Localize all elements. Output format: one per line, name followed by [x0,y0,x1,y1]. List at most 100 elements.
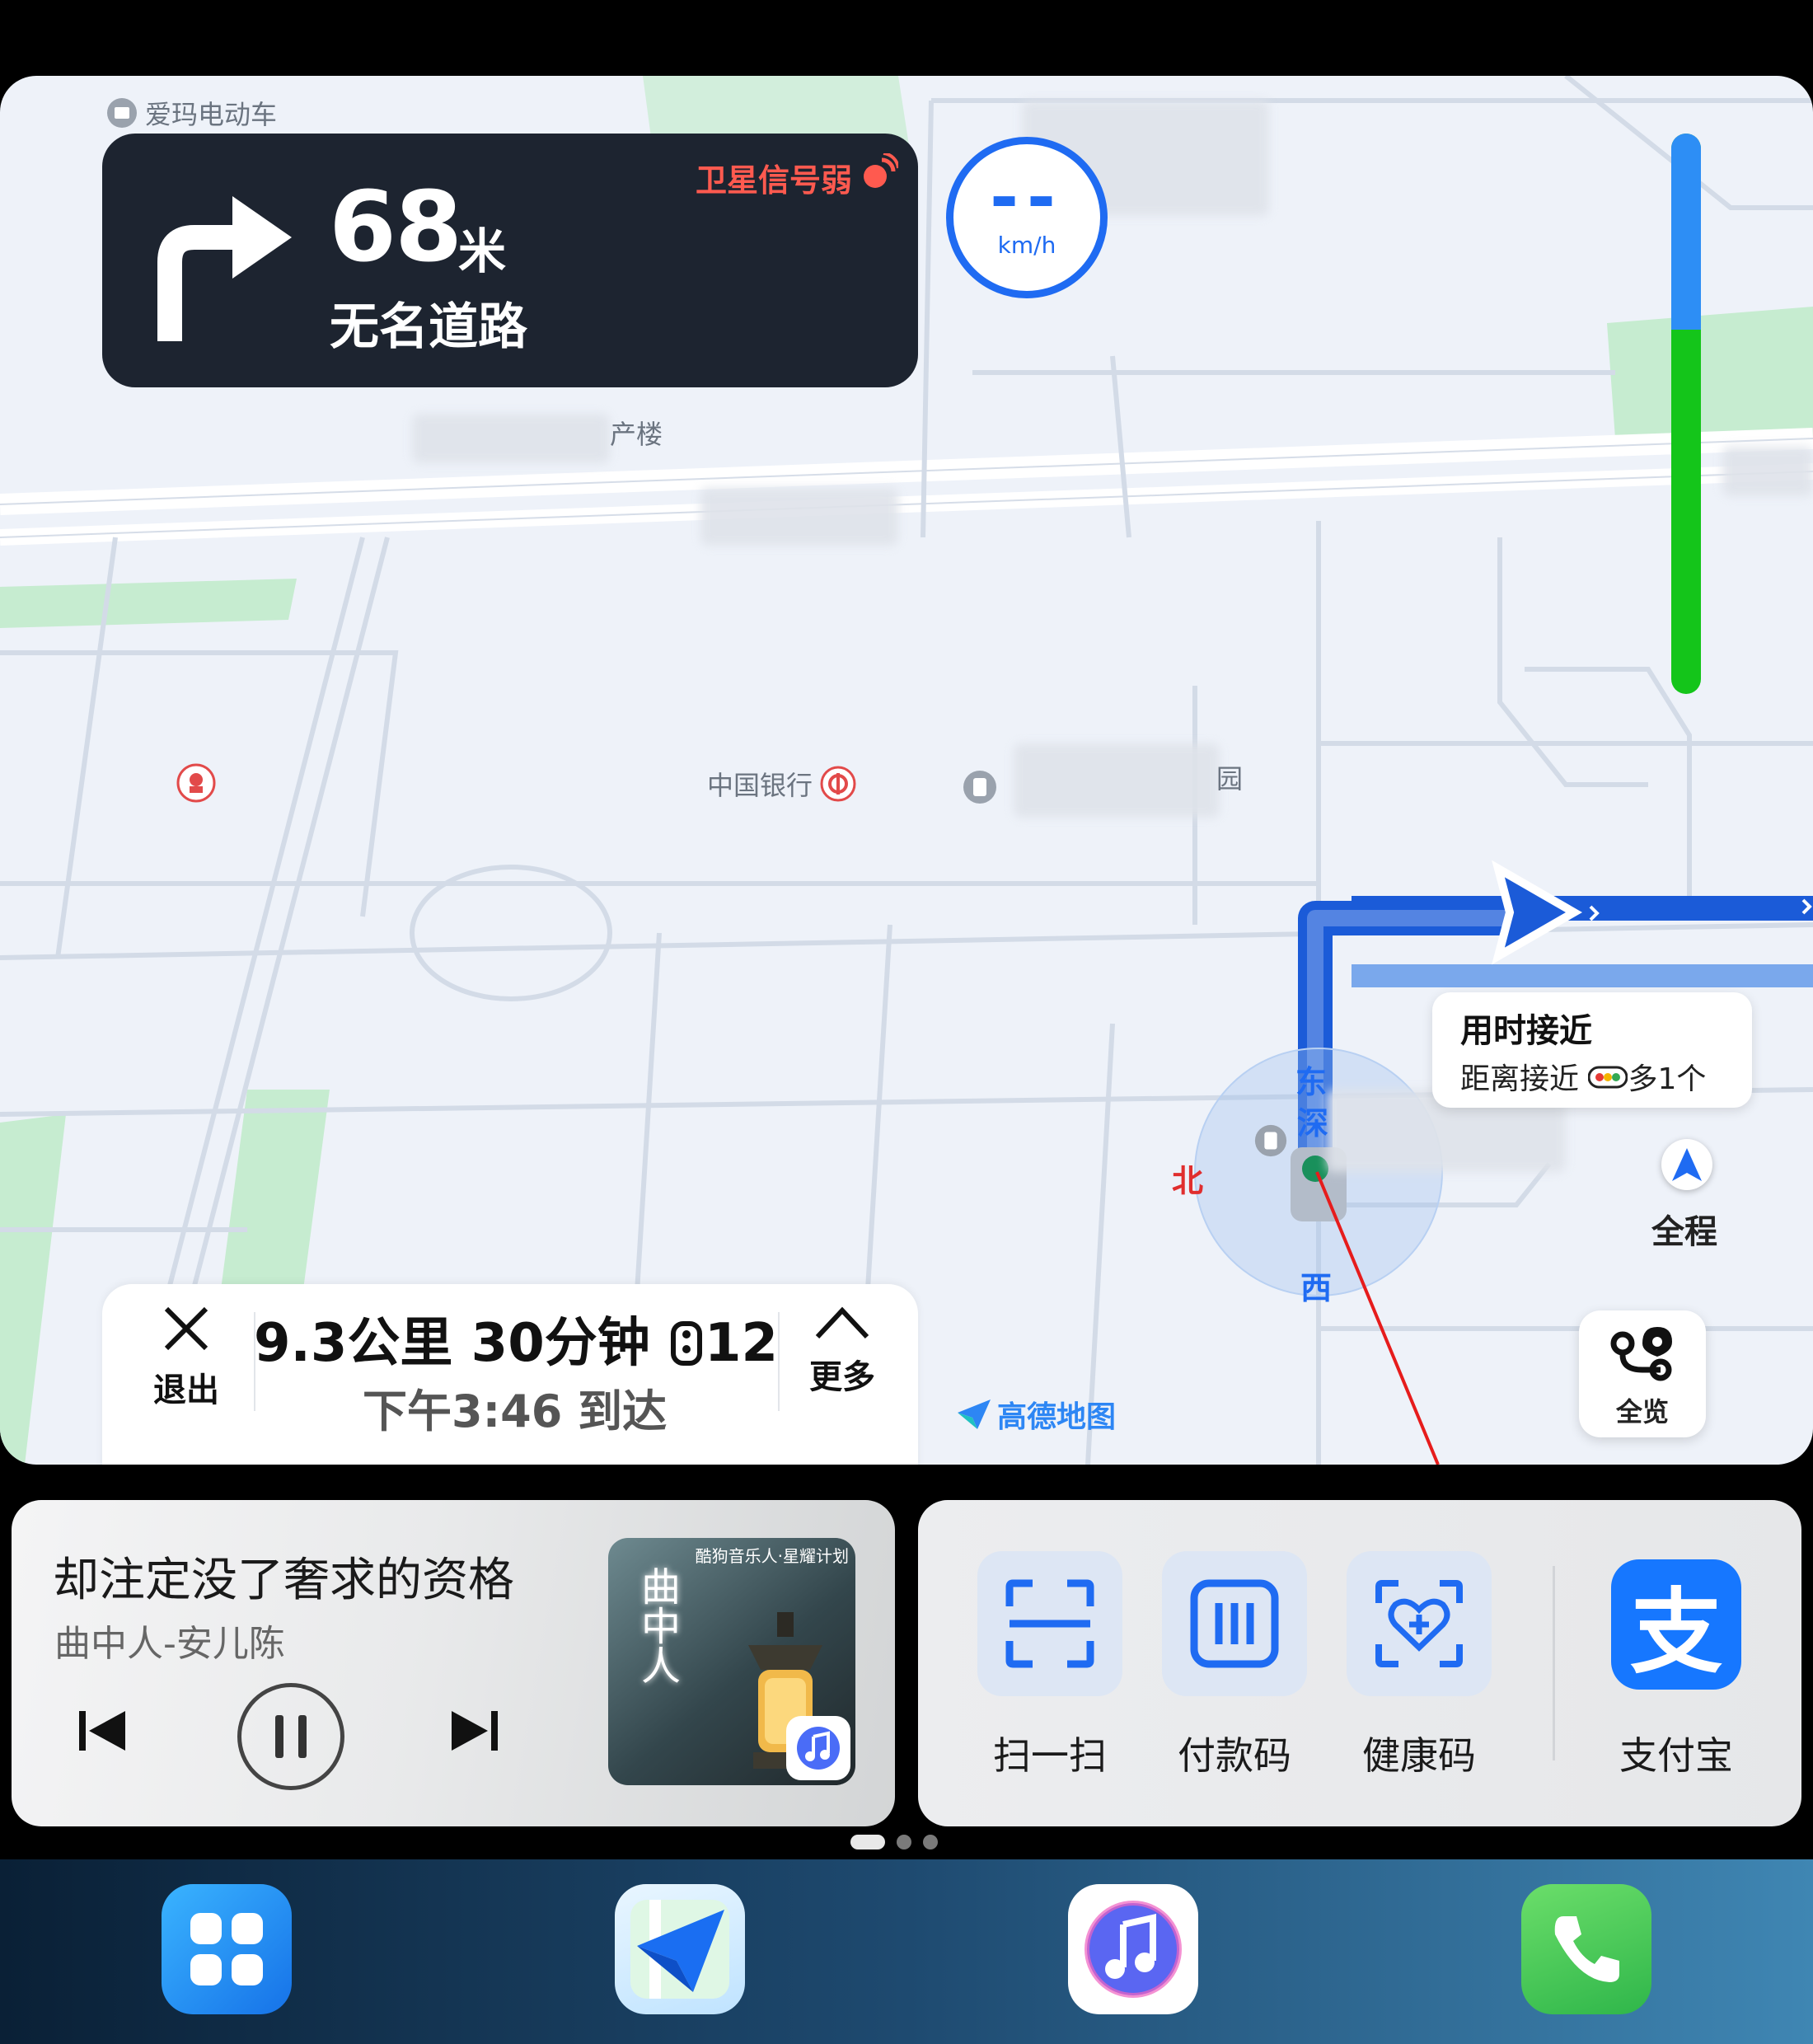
overview-label: 全览 [1615,1396,1669,1428]
close-icon [164,1306,208,1351]
route-progress-remaining [1671,134,1701,330]
album-art[interactable]: 酷狗音乐人·星耀计划 曲中人 [608,1538,855,1785]
gps-weak-warning: 卫星信号弱 [695,162,852,199]
blurred-label [700,488,898,546]
blurred-label [1014,743,1220,818]
more-label: 更多 [809,1358,875,1396]
divider [1553,1566,1555,1760]
compass-west: 西 [1300,1270,1333,1306]
full-route-label: 全程 [1651,1213,1717,1251]
next-track-icon[interactable] [448,1708,501,1754]
compass-south: 深 [1297,1105,1329,1142]
page-dot-2[interactable] [897,1835,911,1849]
pay-code-label: 付款码 [1178,1733,1291,1778]
traffic-light-count: 12 [705,1313,779,1374]
traffic-light-count-icon [671,1321,702,1366]
page-indicator[interactable] [850,1835,938,1849]
poi-bank-of-china[interactable]: 中国银行 [707,765,857,803]
distance-to-turn: 68 [329,170,462,284]
chevron-up-icon [815,1306,869,1339]
traffic-light-icon [1587,1066,1628,1089]
trip-summary-bar[interactable]: 退出 9.3公里 30分钟 12 下午3:46 到达 更多 [102,1284,918,1465]
app-grid-glyph [190,1913,263,1985]
parking-icon [963,771,996,804]
poi-emma-ebike[interactable]: 爱玛电动车 [105,94,277,132]
app-grid-icon[interactable] [162,1884,292,2014]
kfc-icon [176,763,216,803]
pay-code-tile[interactable] [1162,1551,1307,1696]
scan-shortcut[interactable]: 扫一扫 [977,1551,1122,1780]
music-glyph [1085,1901,1182,1998]
poi-label: 中国银行 [707,770,813,801]
compass-east: 东 [1295,1064,1328,1100]
alipay-shortcut[interactable]: 支 支付宝 [1594,1551,1759,1780]
poi-building[interactable]: 产楼 [610,414,663,452]
bank-icon [820,766,856,802]
music-icon[interactable] [1068,1884,1198,2014]
alipay-icon[interactable]: 支 [1611,1559,1741,1690]
amap-logo: 高德地图 [956,1393,1116,1436]
map-view[interactable]: 爱玛电动车 产楼 中国银行 园 北 东 深 西 68 米 无名道路 卫星信号弱 [0,76,1813,1465]
alipay-widget[interactable]: 扫一扫 付款码 健康码 支 支付宝 [918,1500,1801,1826]
bubble-subtitle: 距离接近 多1个 [1460,1055,1724,1098]
compass-north: 北 [1172,1163,1204,1199]
speed-value: -- [990,157,1064,237]
pay-code-shortcut[interactable]: 付款码 [1162,1551,1307,1780]
album-label: 酷狗音乐人·星耀计划 [695,1546,849,1566]
scan-tile[interactable] [977,1551,1122,1696]
poi-label: 产楼 [610,419,663,450]
pause-icon [275,1715,307,1758]
pause-button[interactable] [237,1683,344,1790]
poi-kfc[interactable] [176,763,216,803]
phone-icon[interactable] [1521,1884,1651,2014]
blurred-label [1722,447,1813,496]
exit-label: 退出 [153,1371,219,1409]
amap-glyph [630,1900,729,1999]
store-icon [107,98,137,128]
amap-icon[interactable] [615,1884,745,2014]
dock [0,1859,1813,2044]
more-button[interactable]: 更多 [785,1304,900,1398]
turn-instruction-card[interactable]: 68 米 无名道路 卫星信号弱 [102,134,918,387]
health-code-icon [1375,1580,1463,1667]
bubble-distance-note: 距离接近 [1460,1062,1589,1096]
poi-park[interactable] [961,768,999,806]
satellite-signal-icon [864,153,898,188]
health-code-shortcut[interactable]: 健康码 [1347,1551,1492,1780]
arrival-time: 下午3:46 到达 [363,1385,668,1437]
scan-label: 扫一扫 [993,1733,1107,1778]
poi-label: 园 [1216,763,1244,795]
speedometer: -- km/h [946,137,1108,298]
album-title: 曲中人 [634,1566,680,1685]
song-title: 却注定没了奢求的资格 [53,1554,514,1607]
poi-park-suffix: 园 [1216,758,1243,796]
trip-summary: 9.3公里 30分钟 12 [254,1301,778,1376]
trip-distance: 9.3公里 [254,1313,453,1374]
amap-logo-text: 高德地图 [997,1400,1117,1434]
road-name: 无名道路 [330,298,527,356]
health-code-tile[interactable] [1347,1551,1492,1696]
music-widget[interactable]: 却注定没了奢求的资格 曲中人-安儿陈 酷狗音乐人·星耀计划 曲中人 [12,1500,895,1826]
blurred-label [412,414,610,463]
speed-unit: km/h [997,232,1056,259]
previous-track-icon[interactable] [76,1708,129,1754]
page-dot-1[interactable] [850,1835,885,1849]
navigation-arrow-icon [1672,1148,1702,1181]
alternative-route-bubble[interactable]: 用时接近 距离接近 多1个 [1432,992,1752,1108]
route-progress-bar [1671,134,1701,694]
parking-icon [1254,1124,1287,1157]
amap-logo-icon [958,1399,991,1429]
poi-near-position[interactable] [1253,1123,1289,1159]
trip-duration: 30分钟 [471,1313,650,1374]
route-overview-icon [1610,1327,1672,1381]
poi-label: 爱玛电动车 [145,99,278,130]
exit-navigation-button[interactable]: 退出 [120,1304,252,1411]
phone-glyph [1554,1916,1619,1982]
scan-icon [1005,1579,1094,1668]
page-dot-3[interactable] [923,1835,938,1849]
bubble-lights-note: 多1个 [1628,1062,1707,1096]
current-position-marker [1661,1139,1712,1190]
overview-button[interactable]: 全览 [1579,1310,1706,1437]
song-artist: 曲中人-安儿陈 [54,1623,285,1665]
divider [778,1312,780,1411]
